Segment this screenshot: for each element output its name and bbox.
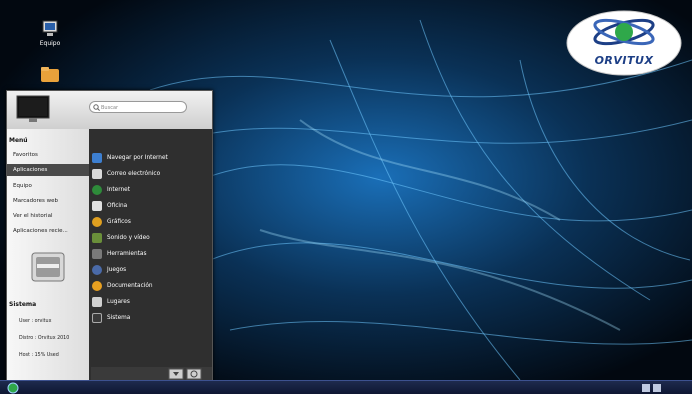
app-documentacion[interactable]: Documentación: [91, 279, 211, 293]
menu-left-pane: Menú Favoritos Aplicaciones Equipo Marca…: [7, 129, 89, 381]
games-icon: [92, 265, 102, 275]
system-section-title: Sistema: [9, 301, 37, 308]
orvitux-logo: ORVITUX: [566, 10, 682, 76]
app-sonido-video[interactable]: Sonido y vídeo: [91, 231, 211, 245]
tools-icon: [92, 249, 102, 259]
logo-text: ORVITUX: [594, 54, 654, 67]
office-icon: [92, 201, 102, 211]
category-aplicaciones[interactable]: Aplicaciones: [7, 164, 89, 176]
app-oficina[interactable]: Oficina: [91, 199, 211, 213]
desktop-icon-folder[interactable]: [38, 65, 62, 85]
app-juegos[interactable]: Juegos: [91, 263, 211, 277]
multimedia-icon: [92, 233, 102, 243]
computer-icon: [42, 20, 58, 36]
start-menu-icon[interactable]: [6, 382, 20, 394]
app-correo[interactable]: Correo electrónico: [91, 167, 211, 181]
monitor-icon: [16, 95, 50, 122]
help-icon: [92, 281, 102, 291]
category-historial[interactable]: Ver el historial: [7, 210, 89, 222]
globe-browser-icon: [92, 153, 102, 163]
app-navegar-internet[interactable]: Navegar por Internet: [91, 151, 211, 165]
app-graficos[interactable]: Gráficos: [91, 215, 211, 229]
system-host: Host : 15% Used: [19, 353, 59, 358]
search-placeholder: Buscar: [101, 105, 119, 111]
category-equipo[interactable]: Equipo: [7, 180, 89, 192]
graphics-icon: [92, 217, 102, 227]
category-recientes[interactable]: Aplicaciones recie...: [7, 225, 89, 237]
app-sistema[interactable]: Sistema: [91, 311, 211, 325]
desktop: Equipo ORVITUX Buscar Menú Favoritos Apl…: [0, 0, 692, 394]
app-lugares[interactable]: Lugares: [91, 295, 211, 309]
taskbar: [0, 380, 692, 394]
category-favoritos[interactable]: Favoritos: [7, 149, 89, 161]
internet-globe-icon: [92, 185, 102, 195]
application-menu[interactable]: Buscar Menú Favoritos Aplicaciones Equip…: [6, 90, 213, 382]
app-herramientas[interactable]: Herramientas: [91, 247, 211, 261]
session-buttons[interactable]: [167, 368, 207, 380]
search-icon: [93, 104, 100, 111]
folder-icon: [41, 67, 59, 82]
mail-icon: [92, 169, 102, 179]
system-icon: [92, 313, 102, 323]
menu-section-title: Menú: [9, 137, 28, 144]
device-icon: [31, 252, 65, 282]
desktop-icon-equipo[interactable]: Equipo: [32, 20, 68, 47]
tray-icons[interactable]: [640, 382, 664, 394]
desktop-icon-label: Equipo: [39, 40, 61, 47]
app-internet[interactable]: Internet: [91, 183, 211, 197]
places-icon: [92, 297, 102, 307]
system-user: User : orvitux: [19, 319, 52, 324]
category-marcadores-web[interactable]: Marcadores web: [7, 195, 89, 207]
menu-header: Buscar: [7, 91, 212, 129]
menu-bottom-bar: [91, 367, 212, 381]
search-input[interactable]: Buscar: [89, 101, 187, 113]
system-distro: Distro : Orvitux 2010: [19, 336, 70, 341]
